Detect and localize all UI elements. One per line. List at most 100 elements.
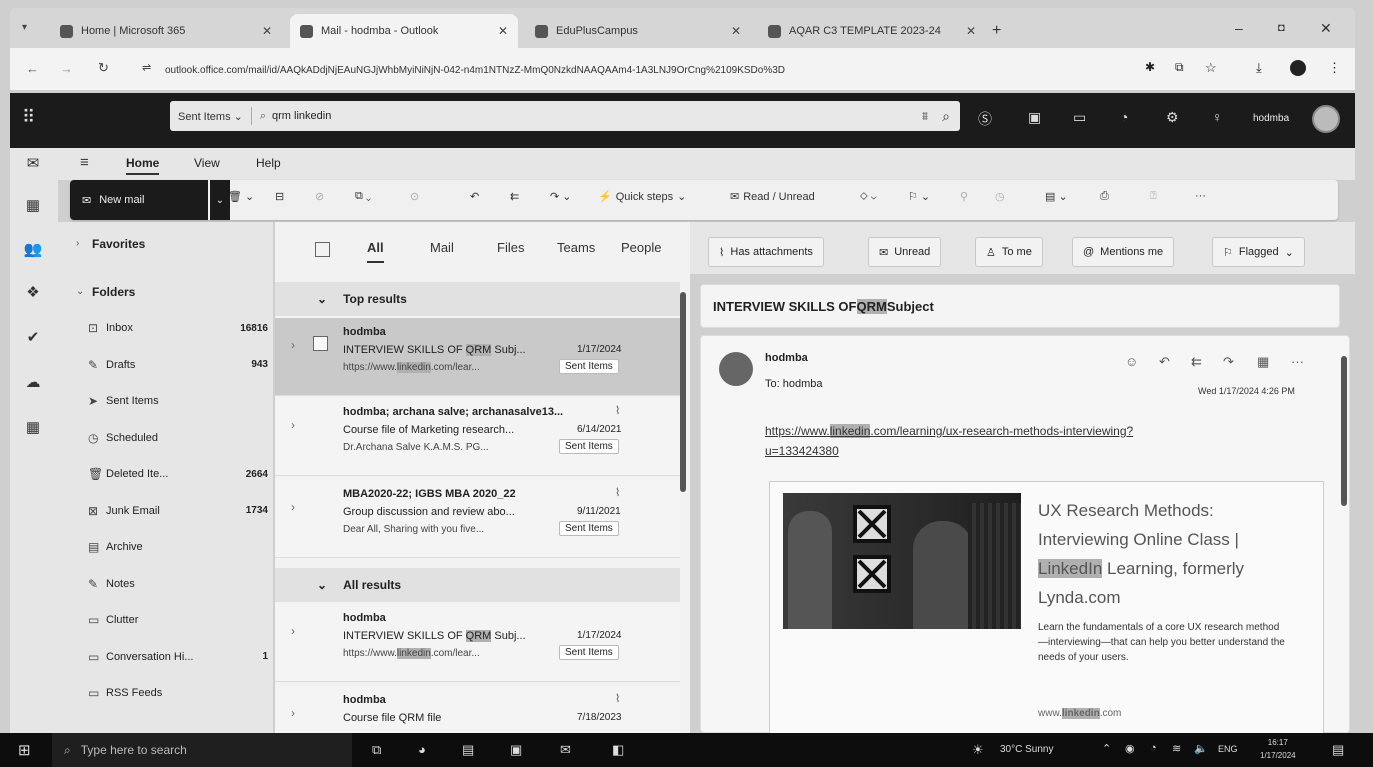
close-tab-icon[interactable]: ✕: [498, 24, 508, 38]
select-all-checkbox[interactable]: [315, 242, 330, 257]
translate-icon[interactable]: ⍰: [1150, 190, 1157, 203]
my-day-icon[interactable]: ▭: [1073, 109, 1086, 126]
search-box[interactable]: Sent Items ⌄ ⌕ qrm linkedin ⩩ ⌕: [170, 101, 960, 131]
mail-taskbar-icon[interactable]: ✉: [560, 742, 571, 758]
filter-tab-files[interactable]: Files: [497, 240, 524, 255]
message-row[interactable]: › hodmba; archana salve; archanasalve13..…: [275, 398, 680, 476]
office-taskbar-icon[interactable]: ◧: [612, 742, 624, 758]
reply-icon[interactable]: ↶: [1159, 354, 1170, 370]
search-options-icon[interactable]: ⩩: [922, 109, 928, 124]
app-launcher-icon[interactable]: ⠿: [22, 107, 35, 128]
browser-tab[interactable]: Mail - hodmba - Outlook ✕: [290, 14, 518, 48]
reply-all-icon[interactable]: ⇇: [1191, 354, 1202, 370]
sender-avatar[interactable]: [719, 352, 753, 386]
expand-chevron-icon[interactable]: ›: [291, 500, 295, 514]
filter-tab-mail[interactable]: Mail: [430, 240, 454, 255]
close-tab-icon[interactable]: ✕: [731, 24, 741, 38]
tab-home[interactable]: Home: [126, 156, 160, 175]
task-view-icon[interactable]: ⧉: [372, 742, 381, 758]
flagged-chip[interactable]: ⚐ Flagged ⌄: [1212, 237, 1305, 267]
more-options-icon[interactable]: ···: [1291, 354, 1304, 369]
email-link[interactable]: https://www.linkedin.com/learning/ux-res…: [765, 421, 1265, 461]
tray-icon[interactable]: ◉: [1125, 742, 1135, 755]
expand-chevron-icon[interactable]: ›: [291, 418, 295, 432]
filter-tab-all[interactable]: All: [367, 240, 384, 263]
has-attachments-chip[interactable]: ⌇ Has attachments: [708, 237, 824, 267]
expand-chevron-icon[interactable]: ›: [291, 624, 295, 638]
forward-icon[interactable]: ↷ ⌄: [550, 190, 572, 203]
tab-list-chevron-icon[interactable]: ▾: [22, 22, 27, 33]
hamburger-menu-icon[interactable]: ≡: [80, 154, 89, 171]
account-name[interactable]: hodmba: [1253, 113, 1289, 124]
mail-icon[interactable]: ✉: [22, 154, 44, 172]
new-tab-plus-icon[interactable]: +: [992, 22, 1001, 40]
folder-item[interactable]: ➤ Sent Items: [88, 391, 268, 411]
folder-item[interactable]: 🗑 Deleted Ite... 2664: [88, 464, 268, 484]
reply-all-icon[interactable]: ⇇: [510, 190, 519, 203]
favorites-header[interactable]: Favorites: [92, 237, 145, 251]
wifi-icon[interactable]: ≋: [1172, 742, 1181, 755]
tray-icon[interactable]: ◔: [1150, 742, 1157, 754]
download-icon[interactable]: ⤓: [1256, 60, 1262, 76]
taskbar-search-box[interactable]: ⌕ Type here to search: [52, 733, 352, 767]
mentions-me-chip[interactable]: @ Mentions me: [1072, 237, 1175, 267]
recipient-name[interactable]: hodmba: [783, 378, 823, 390]
folders-header[interactable]: Folders: [92, 285, 135, 299]
bookmark-star-icon[interactable]: ☆: [1205, 60, 1217, 76]
forward-arrow-icon[interactable]: →: [60, 61, 73, 76]
apps-icon[interactable]: ▦: [1257, 354, 1269, 370]
link-preview-card[interactable]: UX Research Methods: Interviewing Online…: [769, 481, 1324, 741]
expand-chevron-icon[interactable]: ›: [291, 706, 295, 720]
windows-start-icon[interactable]: ⊞: [18, 741, 31, 759]
message-row[interactable]: › hodmba INTERVIEW SKILLS OF QRM Subj... 1/…: [275, 318, 680, 396]
read-unread-button[interactable]: ✉ Read / Unread: [730, 190, 815, 204]
print-icon[interactable]: ⎙: [1100, 190, 1109, 203]
volume-icon[interactable]: 🔈: [1194, 742, 1208, 755]
folder-item[interactable]: ▭ Conversation Hi... 1: [88, 647, 268, 667]
calendar-icon[interactable]: ▦: [22, 196, 44, 214]
snooze-icon[interactable]: ◷: [995, 190, 1005, 203]
folder-item[interactable]: ⊡ Inbox 16816: [88, 318, 268, 338]
emoji-react-icon[interactable]: ☺: [1125, 354, 1138, 369]
close-window-icon[interactable]: ✕: [1320, 20, 1332, 37]
extension-icon[interactable]: ✱: [1145, 60, 1155, 74]
onedrive-cloud-icon[interactable]: ☁: [22, 373, 44, 391]
more-actions-button[interactable]: ···: [1195, 190, 1206, 202]
people-icon[interactable]: 👥: [22, 240, 44, 258]
browser-tab[interactable]: Home | Microsoft 365 ✕: [50, 14, 282, 48]
file-explorer-icon[interactable]: ▤: [462, 742, 474, 758]
back-arrow-icon[interactable]: ←: [26, 61, 39, 76]
tag-icon[interactable]: ⬦ ⌄: [860, 190, 877, 203]
new-mail-button[interactable]: ✉ New mail: [70, 180, 208, 220]
top-results-header[interactable]: ⌄ Top results: [275, 282, 680, 316]
groups-icon[interactable]: ❖: [22, 283, 44, 301]
message-list-scrollbar[interactable]: [680, 292, 686, 492]
profile-avatar-icon[interactable]: [1290, 60, 1306, 76]
language-indicator[interactable]: ENG: [1218, 744, 1238, 754]
flag-icon[interactable]: ⚐ ⌄: [908, 190, 930, 203]
folder-item[interactable]: ✎ Notes: [88, 574, 268, 594]
tab-view[interactable]: View: [194, 156, 220, 170]
notification-center-icon[interactable]: ▤: [1332, 742, 1344, 758]
favorites-chevron-icon[interactable]: ›: [76, 238, 79, 249]
url-field[interactable]: outlook.office.com/mail/id/AAQkADdjNjEAu…: [165, 58, 1165, 82]
expand-chevron-icon[interactable]: ›: [291, 338, 295, 352]
browser-tab[interactable]: AQAR C3 TEMPLATE 2023-24 ✕: [758, 14, 986, 48]
pin-icon[interactable]: ⚲: [960, 190, 968, 203]
to-me-chip[interactable]: ♙ To me: [975, 237, 1043, 267]
browser-menu-icon[interactable]: ⋮: [1328, 60, 1341, 76]
new-mail-dropdown[interactable]: ⌄: [210, 180, 230, 220]
search-scope-dropdown[interactable]: Sent Items ⌄: [170, 110, 251, 123]
policy-icon[interactable]: ▤ ⌄: [1045, 190, 1068, 203]
archive-icon[interactable]: ⊟: [275, 190, 284, 203]
reload-icon[interactable]: ↻: [98, 60, 109, 76]
todo-check-icon[interactable]: ✔: [22, 328, 44, 346]
tips-lightbulb-icon[interactable]: ♀: [1212, 109, 1223, 125]
tray-chevron-icon[interactable]: ⌃: [1102, 742, 1111, 755]
store-icon[interactable]: ▣: [510, 742, 522, 758]
delete-icon[interactable]: 🗑 ⌄: [228, 190, 254, 203]
unread-chip[interactable]: ✉ Unread: [868, 237, 942, 267]
close-tab-icon[interactable]: ✕: [966, 24, 976, 38]
browser-tab[interactable]: EduPlusCampus ✕: [525, 14, 751, 48]
report-icon[interactable]: ⊘: [315, 190, 324, 203]
